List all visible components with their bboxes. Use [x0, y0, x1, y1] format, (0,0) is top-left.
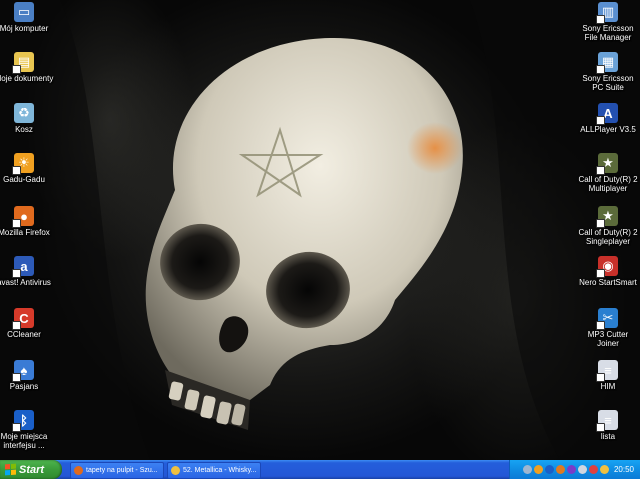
- taskbar-button-label: 52. Metallica - Whisky...: [183, 467, 257, 474]
- desktop-icon-right-4[interactable]: ★ Call of Duty(R) 2 Singleplayer: [577, 206, 639, 246]
- gadu-gadu-icon: ☀: [12, 153, 34, 175]
- desktop-icon-label: ALLPlayer V3.5: [580, 125, 636, 134]
- system-tray: 20:50: [509, 460, 640, 479]
- music-icon: [171, 466, 180, 475]
- desktop-icon-left-5[interactable]: a avast! Antivirus: [0, 256, 55, 287]
- windows-flag-icon: [5, 463, 16, 476]
- clock[interactable]: 20:50: [614, 465, 634, 474]
- ccleaner-icon: C: [12, 308, 34, 330]
- desktop-icon-label: Mój komputer: [0, 24, 49, 33]
- nero-icon: ◉: [596, 256, 618, 278]
- recycle-bin-icon: ♻: [14, 103, 34, 123]
- my-computer-icon: ▭: [14, 2, 34, 22]
- firefox-icon: ●: [12, 206, 34, 228]
- my-documents-icon: ▤: [12, 52, 34, 74]
- sync-tray-icon[interactable]: [588, 465, 598, 474]
- pc-suite-icon: ▦: [596, 52, 618, 74]
- desktop-icon-label: Call of Duty(R) 2 Singleplayer: [578, 228, 638, 246]
- solitaire-icon: ♠: [12, 360, 34, 382]
- desktop-icon-label: avast! Antivirus: [0, 278, 51, 287]
- desktop-icon-label: Moje dokumenty: [0, 74, 54, 83]
- taskbar: Start tapety na pulpit - Szu... 52. Meta…: [0, 460, 640, 479]
- desktop-icon-right-3[interactable]: ★ Call of Duty(R) 2 Multiplayer: [577, 153, 639, 193]
- file-manager-icon: ▥: [596, 2, 618, 24]
- desktop-icon-left-3[interactable]: ☀ Gadu-Gadu: [0, 153, 55, 184]
- desktop-icon-left-4[interactable]: ● Mozilla Firefox: [0, 206, 55, 237]
- desktop-icon-label: Mozilla Firefox: [0, 228, 50, 237]
- desktop-icon-right-6[interactable]: ✂ MP3 Cutter Joiner: [577, 308, 639, 348]
- call-of-duty-sp-icon: ★: [596, 206, 618, 228]
- desktop: ▭ Mój komputer ▤ Moje dokumenty ♻ Kosz ☀ Gadu-G…: [0, 0, 640, 460]
- avast-icon: a: [12, 256, 34, 278]
- volume-tray-icon[interactable]: [577, 465, 587, 474]
- desktop-icon-label: CCleaner: [7, 330, 41, 339]
- desktop-icon-right-0[interactable]: ▥ Sony Ericsson File Manager: [577, 2, 639, 42]
- alert-tray-icon[interactable]: [599, 465, 609, 474]
- desktop-icon-label: lista: [600, 432, 616, 441]
- text-file-icon: ≡: [596, 360, 618, 382]
- taskbar-button-firefox[interactable]: tapety na pulpit - Szu...: [70, 462, 164, 479]
- desktop-icon-label: Nero StartSmart: [579, 278, 637, 287]
- desktop-icon-left-6[interactable]: C CCleaner: [0, 308, 55, 339]
- mp3-cutter-icon: ✂: [596, 308, 618, 330]
- desktop-icon-label: HIM: [600, 382, 616, 391]
- desktop-icon-label: Moje miejsca interfejsu ...: [0, 432, 48, 450]
- bluetooth-tray-icon[interactable]: [544, 465, 554, 474]
- start-button[interactable]: Start: [0, 460, 62, 479]
- desktop-icon-left-1[interactable]: ▤ Moje dokumenty: [0, 52, 55, 83]
- desktop-icon-label: Call of Duty(R) 2 Multiplayer: [578, 175, 638, 193]
- firefox-icon: [74, 466, 83, 475]
- desktop-icon-right-8[interactable]: ≡ lista: [577, 410, 639, 441]
- allplayer-icon: A: [596, 103, 618, 125]
- desktop-icon-right-7[interactable]: ≡ HIM: [577, 360, 639, 391]
- desktop-icon-right-2[interactable]: A ALLPlayer V3.5: [577, 103, 639, 134]
- security-tray-icon[interactable]: [566, 465, 576, 474]
- desktop-icon-left-2[interactable]: ♻ Kosz: [0, 103, 55, 134]
- text-file-icon: ≡: [596, 410, 618, 432]
- start-label: Start: [19, 463, 45, 476]
- taskbar-button-music[interactable]: 52. Metallica - Whisky...: [167, 462, 261, 479]
- desktop-icon-left-7[interactable]: ♠ Pasjans: [0, 360, 55, 391]
- desktop-icon-right-5[interactable]: ◉ Nero StartSmart: [577, 256, 639, 287]
- skull-wallpaper: [0, 0, 640, 460]
- desktop-icon-label: MP3 Cutter Joiner: [587, 330, 629, 348]
- taskbar-button-label: tapety na pulpit - Szu...: [86, 467, 158, 474]
- desktop-icon-label: Sony Ericsson File Manager: [582, 24, 634, 42]
- desktop-icon-label: Kosz: [15, 125, 33, 134]
- network-icon[interactable]: [522, 465, 532, 474]
- desktop-icon-left-0[interactable]: ▭ Mój komputer: [0, 2, 55, 33]
- desktop-icon-label: Gadu-Gadu: [3, 175, 45, 184]
- bluetooth-icon: ᛒ: [12, 410, 34, 432]
- gadu-gadu-tray-icon[interactable]: [533, 465, 543, 474]
- desktop-icon-right-1[interactable]: ▦ Sony Ericsson PC Suite: [577, 52, 639, 92]
- desktop-icon-label: Sony Ericsson PC Suite: [582, 74, 634, 92]
- call-of-duty-mp-icon: ★: [596, 153, 618, 175]
- desktop-icon-label: Pasjans: [9, 382, 39, 391]
- avast-tray-icon[interactable]: [555, 465, 565, 474]
- desktop-icon-left-8[interactable]: ᛒ Moje miejsca interfejsu ...: [0, 410, 55, 450]
